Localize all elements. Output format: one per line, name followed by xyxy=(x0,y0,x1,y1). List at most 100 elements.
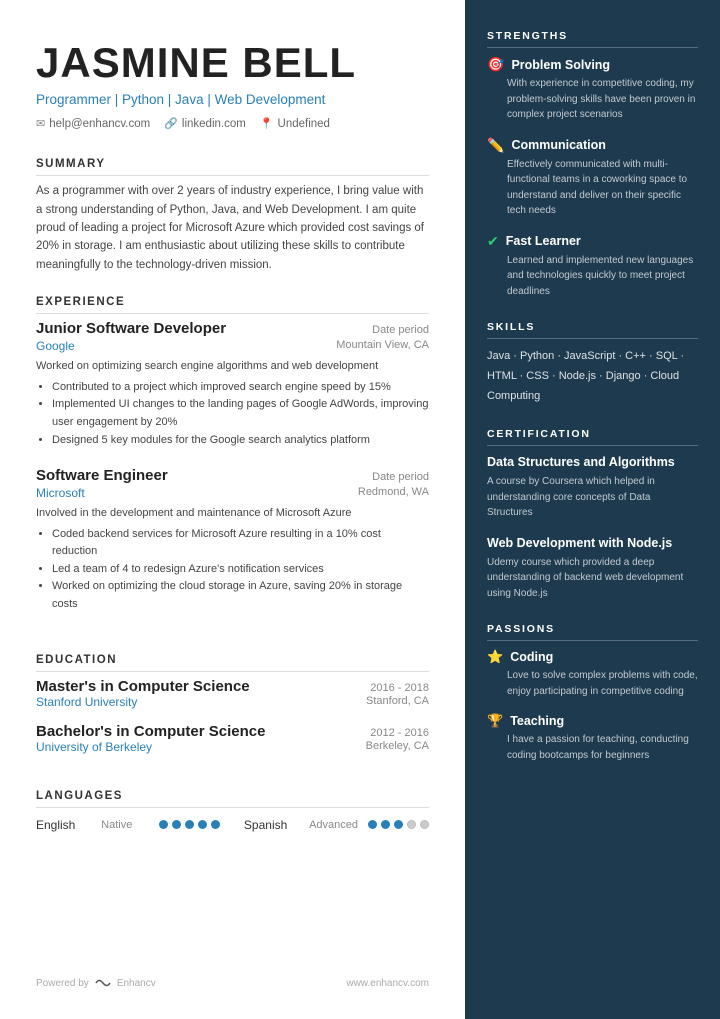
edu-sub-1: University of Berkeley Berkeley, CA xyxy=(36,740,429,754)
exp-bullets-1: Coded backend services for Microsoft Azu… xyxy=(36,526,429,614)
edu-header-0: Master's in Computer Science 2016 - 2018 xyxy=(36,678,429,695)
exp-role-0: Junior Software Developer xyxy=(36,320,226,337)
strengths-section: STRENGTHS 🎯 Problem Solving With experie… xyxy=(487,30,698,299)
dot xyxy=(211,820,220,829)
cert-item-1: Web Development with Node.js Udemy cours… xyxy=(487,535,698,601)
exp-header-0: Junior Software Developer Date period xyxy=(36,320,429,337)
exp-company-0: Google xyxy=(36,339,75,353)
education-title: EDUCATION xyxy=(36,654,429,672)
passions-title: PASSIONS xyxy=(487,623,698,641)
linkedin-icon: 🔗 xyxy=(164,117,178,130)
lang-level-0: Native xyxy=(101,819,149,831)
dot xyxy=(159,820,168,829)
skills-title: SKILLS xyxy=(487,321,698,339)
enhancv-logo-icon xyxy=(94,977,112,989)
cert-desc-1: Udemy course which provided a deep under… xyxy=(487,555,698,602)
dot xyxy=(368,820,377,829)
right-panel: STRENGTHS 🎯 Problem Solving With experie… xyxy=(465,0,720,1019)
strength-desc-0: With experience in competitive coding, m… xyxy=(487,76,698,123)
passion-name-0: Coding xyxy=(510,650,553,664)
list-item: Led a team of 4 to redesign Azure's noti… xyxy=(52,561,429,579)
lang-name-0: English xyxy=(36,818,91,832)
header-section: JASMINE BELL Programmer | Python | Java … xyxy=(36,40,429,158)
strength-name-2: Fast Learner xyxy=(506,234,581,248)
dot xyxy=(198,820,207,829)
list-item: Worked on optimizing the cloud storage i… xyxy=(52,578,429,613)
brand-text: Enhancv xyxy=(117,978,156,989)
passion-desc-1: I have a passion for teaching, conductin… xyxy=(487,732,698,763)
certification-section: CERTIFICATION Data Structures and Algori… xyxy=(487,428,698,601)
strength-item-1: ✏️ Communication Effectively communicate… xyxy=(487,137,698,219)
teaching-passion-icon: 🏆 xyxy=(487,713,503,729)
skills-section: SKILLS Java · Python · JavaScript · C++ … xyxy=(487,321,698,406)
experience-title: EXPERIENCE xyxy=(36,296,429,314)
edu-item-1: Bachelor's in Computer Science 2012 - 20… xyxy=(36,723,429,754)
cert-name-1: Web Development with Node.js xyxy=(487,535,698,552)
experience-section: EXPERIENCE Junior Software Developer Dat… xyxy=(36,296,429,632)
strength-name-0: Problem Solving xyxy=(511,58,610,72)
strength-desc-2: Learned and implemented new languages an… xyxy=(487,253,698,300)
email-icon: ✉ xyxy=(36,117,45,130)
passions-section: PASSIONS ⭐ Coding Love to solve complex … xyxy=(487,623,698,763)
exp-desc-0: Worked on optimizing search engine algor… xyxy=(36,358,429,376)
fast-learner-icon: ✔ xyxy=(487,233,499,250)
passion-desc-0: Love to solve complex problems with code… xyxy=(487,668,698,699)
list-item: Implemented UI changes to the landing pa… xyxy=(52,396,429,431)
dot xyxy=(172,820,181,829)
passion-name-1: Teaching xyxy=(510,714,564,728)
exp-sub-1: Microsoft Redmond, WA xyxy=(36,486,429,500)
exp-desc-1: Involved in the development and maintena… xyxy=(36,505,429,523)
communication-icon: ✏️ xyxy=(487,137,504,154)
candidate-title: Programmer | Python | Java | Web Develop… xyxy=(36,92,429,107)
coding-passion-icon: ⭐ xyxy=(487,649,503,665)
exp-sub-0: Google Mountain View, CA xyxy=(36,339,429,353)
cert-name-0: Data Structures and Algorithms xyxy=(487,454,698,471)
footer-logo: Powered by Enhancv xyxy=(36,977,156,989)
strength-item-0: 🎯 Problem Solving With experience in com… xyxy=(487,56,698,123)
skills-text: Java · Python · JavaScript · C++ · SQL ·… xyxy=(487,347,698,406)
edu-sub-0: Stanford University Stanford, CA xyxy=(36,695,429,709)
lang-level-1: Advanced xyxy=(309,819,358,831)
edu-location-1: Berkeley, CA xyxy=(366,740,429,754)
strength-header-1: ✏️ Communication xyxy=(487,137,698,154)
exp-location-1: Redmond, WA xyxy=(358,486,429,500)
linkedin-text: linkedin.com xyxy=(182,118,246,130)
edu-years-0: 2016 - 2018 xyxy=(370,682,429,694)
list-item: Designed 5 key modules for the Google se… xyxy=(52,432,429,450)
passion-header-1: 🏆 Teaching xyxy=(487,713,698,729)
edu-school-0: Stanford University xyxy=(36,695,137,709)
list-item: Contributed to a project which improved … xyxy=(52,379,429,397)
website-text: www.enhancv.com xyxy=(346,978,429,989)
exp-date-0: Date period xyxy=(372,324,429,336)
exp-location-0: Mountain View, CA xyxy=(336,339,429,353)
edu-header-1: Bachelor's in Computer Science 2012 - 20… xyxy=(36,723,429,740)
cert-item-0: Data Structures and Algorithms A course … xyxy=(487,454,698,520)
education-section: EDUCATION Master's in Computer Science 2… xyxy=(36,654,429,768)
dot xyxy=(407,820,416,829)
lang-name-1: Spanish xyxy=(244,818,299,832)
footer: Powered by Enhancv www.enhancv.com xyxy=(36,957,429,989)
edu-degree-1: Bachelor's in Computer Science xyxy=(36,723,265,740)
email-contact: ✉ help@enhancv.com xyxy=(36,117,150,130)
linkedin-contact: 🔗 linkedin.com xyxy=(164,117,246,130)
exp-date-1: Date period xyxy=(372,471,429,483)
dot xyxy=(394,820,403,829)
strengths-title: STRENGTHS xyxy=(487,30,698,48)
strength-name-1: Communication xyxy=(511,138,605,152)
lang-dots-0 xyxy=(159,820,220,829)
summary-text: As a programmer with over 2 years of ind… xyxy=(36,182,429,274)
dot xyxy=(381,820,390,829)
strength-header-2: ✔ Fast Learner xyxy=(487,233,698,250)
dot xyxy=(185,820,194,829)
languages-title: LANGUAGES xyxy=(36,790,429,808)
strength-item-2: ✔ Fast Learner Learned and implemented n… xyxy=(487,233,698,300)
summary-title: SUMMARY xyxy=(36,158,429,176)
lang-item-0: English Native Spanish Advanced xyxy=(36,818,429,832)
exp-role-1: Software Engineer xyxy=(36,467,168,484)
edu-location-0: Stanford, CA xyxy=(366,695,429,709)
candidate-name: JASMINE BELL xyxy=(36,40,429,86)
edu-school-1: University of Berkeley xyxy=(36,740,152,754)
summary-section: SUMMARY As a programmer with over 2 year… xyxy=(36,158,429,274)
location-contact: 📍 Undefined xyxy=(260,117,330,130)
strength-header-0: 🎯 Problem Solving xyxy=(487,56,698,73)
